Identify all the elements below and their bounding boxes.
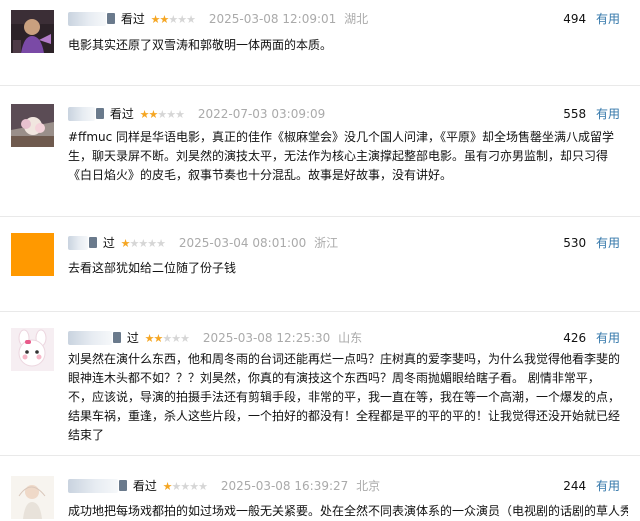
avatar[interactable] <box>11 328 54 371</box>
useful-button[interactable]: 有用 <box>596 107 620 121</box>
vote-count: 558 <box>563 107 587 121</box>
comment-text: 刘昊然在演什么东西，他和周冬雨的台词还能再烂一点吗？庄树真的爱李斐吗，为什么我觉… <box>68 352 621 442</box>
watch-status: 看过 <box>120 12 145 26</box>
comment-time: 2025-03-08 16:39:27 <box>220 479 349 493</box>
username-tail <box>107 13 115 24</box>
comment-text: #ffmuc 同样是华语电影，真正的佳作《椒麻堂会》没几个国人问津，《平原》却全… <box>68 130 615 182</box>
comment-text: 去看这部犹如给二位随了份子钱 <box>68 261 237 275</box>
useful-button[interactable]: 有用 <box>596 12 620 26</box>
vote-area: 494 有用 <box>563 10 620 28</box>
rating-stars: ★★★★★ <box>144 332 190 345</box>
comment-meta: 过 ★★★★★ 2025-03-08 12:25:30 山东 <box>68 329 362 347</box>
comment-time: 2022-07-03 03:09:09 <box>197 107 326 121</box>
comment-meta: 看过 ★★★★★ 2025-03-08 12:09:01 湖北 <box>68 10 368 28</box>
avatar[interactable] <box>11 476 54 519</box>
watch-status: 过 <box>126 331 139 345</box>
avatar[interactable] <box>11 233 54 276</box>
comment-location: 北京 <box>356 479 381 493</box>
comment-text: 电影其实还原了双雪涛和郭敬明一体两面的本质。 <box>68 38 333 52</box>
comment-meta: 看过 ★★★★★ 2022-07-03 03:09:09 <box>68 105 325 123</box>
useful-button[interactable]: 有用 <box>596 236 620 250</box>
vote-area: 426 有用 <box>563 329 620 347</box>
rating-stars: ★★★★★ <box>120 237 166 250</box>
comment-time: 2025-03-08 12:25:30 <box>202 331 331 345</box>
rating-stars: ★★★★★ <box>162 480 208 493</box>
comment-item: 看过 ★★★★★ 2025-03-08 12:09:01 湖北 494 有用 电… <box>0 0 640 85</box>
username[interactable] <box>68 107 95 121</box>
username-tail <box>96 108 104 119</box>
avatar[interactable] <box>11 104 54 147</box>
vote-area: 530 有用 <box>563 234 620 252</box>
username-tail <box>113 332 121 343</box>
watch-status: 看过 <box>132 479 157 493</box>
comment-item: 看过 ★★★★★ 2022-07-03 03:09:09 558 有用 #ffm… <box>0 86 640 216</box>
vote-area: 558 有用 <box>563 105 620 123</box>
comment-text: 成功地把每场戏都拍的如过场戏一般无关紧要。处在全然不同表演体系的一众演员（电视剧… <box>68 504 628 518</box>
useful-button[interactable]: 有用 <box>596 331 620 345</box>
watch-status: 看过 <box>109 107 134 121</box>
username[interactable] <box>68 331 112 345</box>
vote-count: 494 <box>563 12 587 26</box>
avatar[interactable] <box>11 10 54 53</box>
username-tail <box>119 480 127 491</box>
username[interactable] <box>68 479 118 493</box>
comment-item: 看过 ★★★★★ 2025-03-08 16:39:27 北京 244 有用 成… <box>0 456 640 519</box>
comment-location: 湖北 <box>344 12 369 26</box>
comment-meta: 看过 ★★★★★ 2025-03-08 16:39:27 北京 <box>68 477 380 495</box>
comment-meta: 过 ★★★★★ 2025-03-04 08:01:00 浙江 <box>68 234 338 252</box>
vote-area: 244 有用 <box>563 477 620 495</box>
vote-count: 244 <box>563 479 587 493</box>
rating-stars: ★★★★★ <box>150 13 196 26</box>
comment-item: 过 ★★★★★ 2025-03-08 12:25:30 山东 426 有用 刘昊… <box>0 312 640 455</box>
comment-location: 山东 <box>338 331 363 345</box>
watch-status: 过 <box>102 236 115 250</box>
username-tail <box>89 237 97 248</box>
rating-stars: ★★★★★ <box>139 108 185 121</box>
comment-time: 2025-03-08 12:09:01 <box>208 12 337 26</box>
comment-item: 过 ★★★★★ 2025-03-04 08:01:00 浙江 530 有用 去看… <box>0 217 640 311</box>
comment-time: 2025-03-04 08:01:00 <box>178 236 307 250</box>
username[interactable] <box>68 12 106 26</box>
useful-button[interactable]: 有用 <box>596 479 620 493</box>
comment-location: 浙江 <box>314 236 339 250</box>
vote-count: 530 <box>563 236 587 250</box>
username[interactable] <box>68 236 88 250</box>
vote-count: 426 <box>563 331 587 345</box>
